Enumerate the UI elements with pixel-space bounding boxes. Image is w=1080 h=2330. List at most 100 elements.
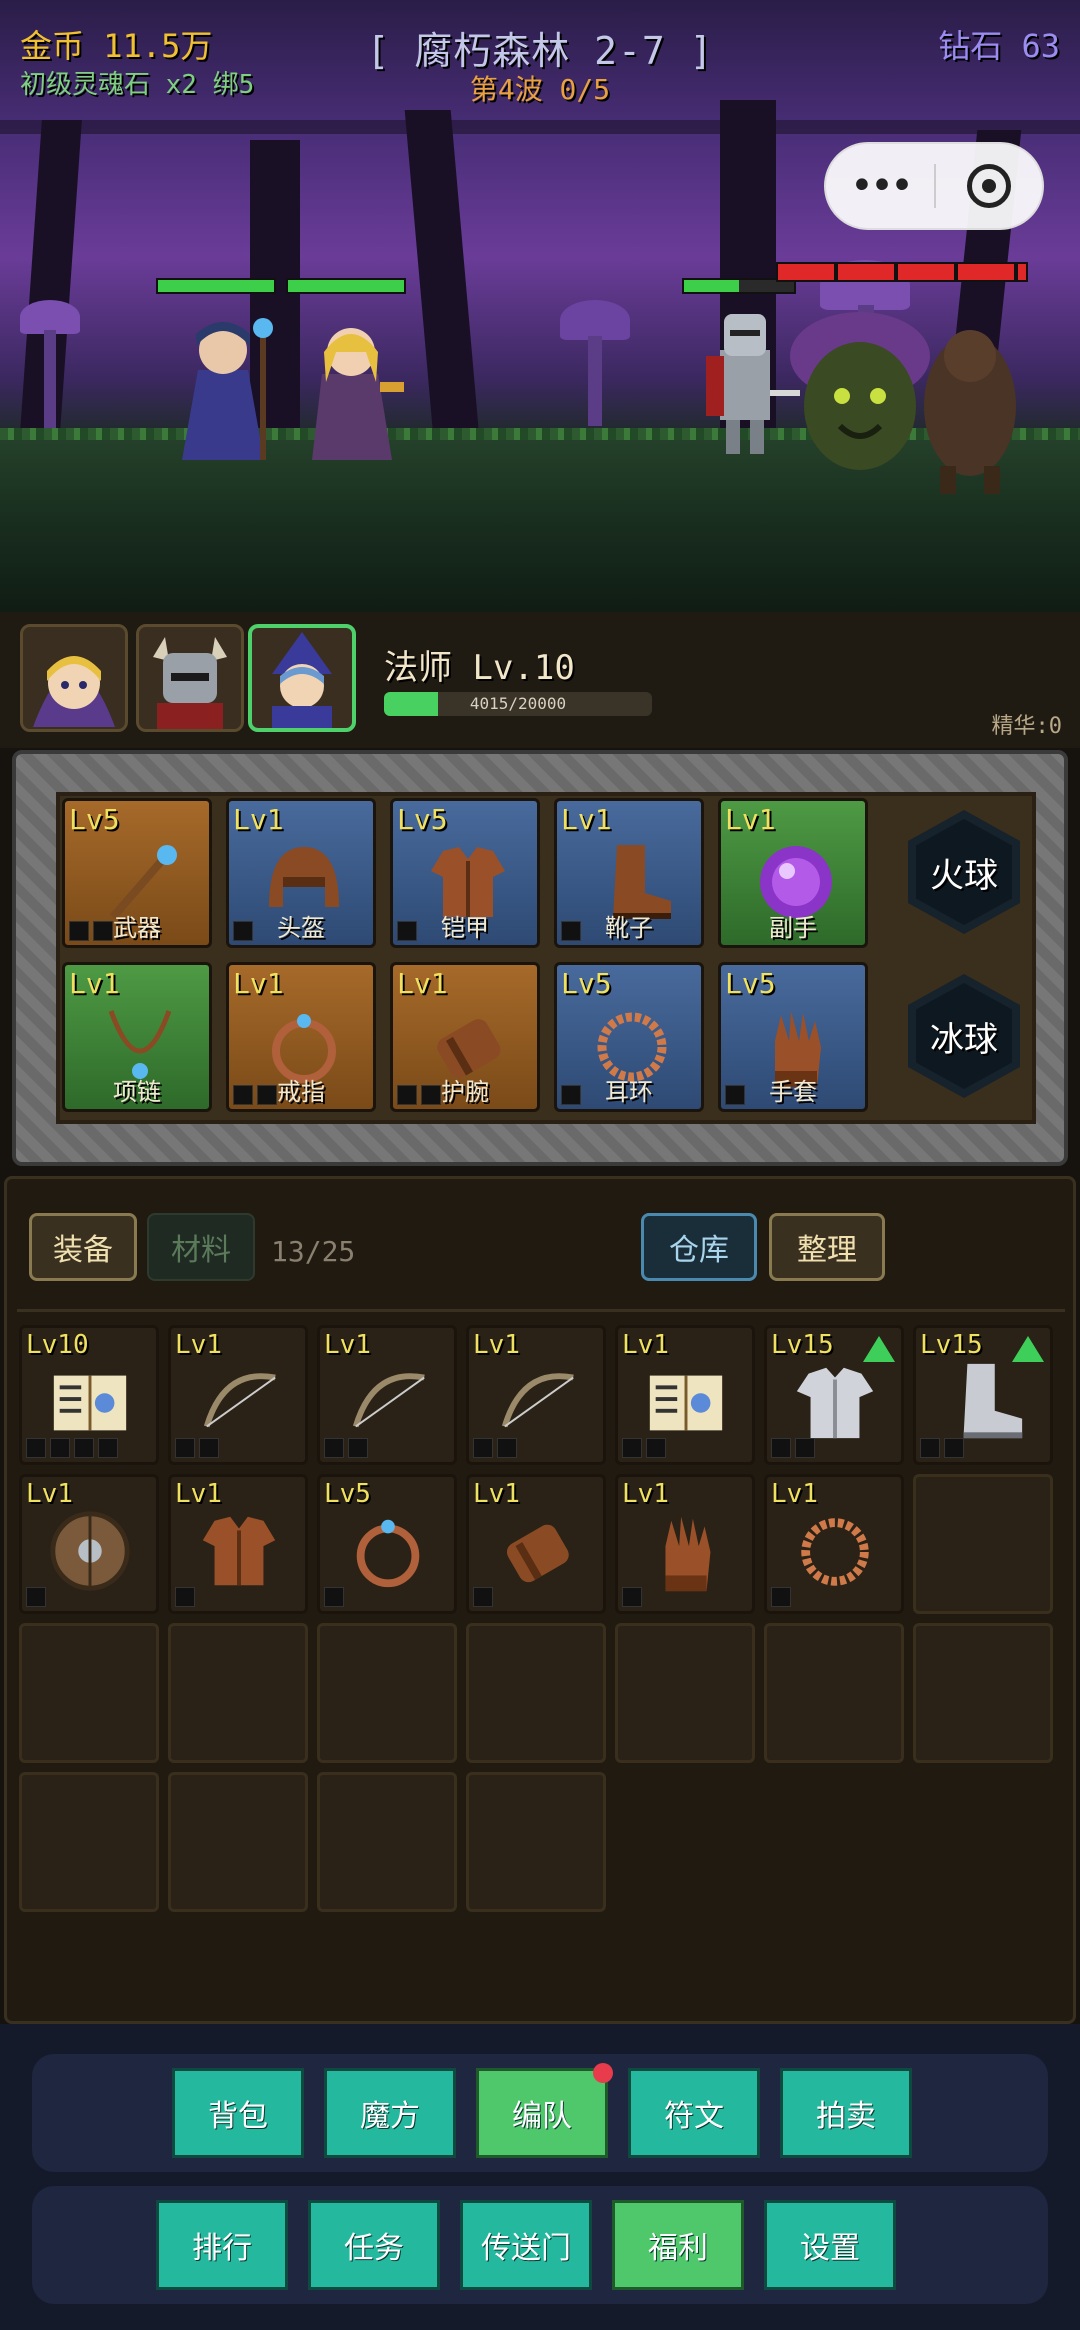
socket-pips [324, 1587, 344, 1607]
item-level: Lv1 [473, 1479, 520, 1509]
skill-slot[interactable]: 火球 [908, 810, 1020, 934]
hero-portrait-mage[interactable] [20, 624, 128, 732]
socket-pip [622, 1587, 642, 1607]
menu-button[interactable]: 拍卖 [780, 2068, 912, 2158]
target-circle-icon[interactable] [936, 164, 1042, 208]
tab-equipment[interactable]: 装备 [29, 1213, 137, 1281]
equip-slot[interactable]: Lv1 戒指 [226, 962, 376, 1112]
item-level: Lv10 [26, 1330, 89, 1360]
item-level: Lv1 [175, 1479, 222, 1509]
inventory-item[interactable]: Lv1 [615, 1325, 755, 1465]
upgrade-arrow-icon [863, 1336, 895, 1362]
menu-button[interactable]: 传送门 [460, 2200, 592, 2290]
item-level: Lv5 [397, 803, 448, 836]
menu-button[interactable]: 魔方 [324, 2068, 456, 2158]
socket-pip [646, 1438, 666, 1458]
inventory-item[interactable]: Lv5 [317, 1474, 457, 1614]
inventory-item[interactable]: Lv1 [168, 1325, 308, 1465]
item-level: Lv1 [69, 967, 120, 1000]
menu-button[interactable]: 设置 [764, 2200, 896, 2290]
inventory-capacity: 13/25 [271, 1235, 356, 1268]
hp-fill [778, 264, 1026, 280]
inventory-item[interactable]: Lv10 [19, 1325, 159, 1465]
boss-hp-bar [776, 262, 1028, 282]
empty-inventory-slot[interactable] [19, 1623, 159, 1763]
socket-pips [771, 1587, 791, 1607]
equip-slot[interactable]: Lv1 靴子 [554, 798, 704, 948]
inventory-item[interactable]: Lv1 [615, 1474, 755, 1614]
socket-pip [324, 1438, 344, 1458]
tree [404, 110, 482, 460]
menu-button-label: 背包 [208, 2099, 268, 2134]
enemy-treant-boss-sprite [790, 312, 1016, 494]
equip-slot[interactable]: Lv5 铠甲 [390, 798, 540, 948]
empty-inventory-slot[interactable] [913, 1474, 1053, 1614]
skill-hex: 火球 [916, 819, 1012, 925]
socket-pips [324, 1438, 368, 1458]
blue-wizard-portrait [272, 632, 332, 728]
empty-inventory-slot[interactable] [317, 1623, 457, 1763]
divider [17, 1309, 1065, 1312]
empty-inventory-slot[interactable] [466, 1623, 606, 1763]
item-level: Lv1 [233, 803, 284, 836]
bow-icon [203, 1373, 276, 1428]
tab-materials[interactable]: 材料 [147, 1213, 255, 1281]
menu-button[interactable]: 编队 [476, 2063, 613, 2158]
iron-boot-icon [963, 1363, 1023, 1439]
chestplate-icon [796, 1367, 874, 1439]
inventory-item[interactable]: Lv1 [466, 1325, 606, 1465]
empty-inventory-slot[interactable] [913, 1623, 1053, 1763]
inventory-item[interactable]: Lv15 [764, 1325, 904, 1465]
menu-button[interactable]: 排行 [156, 2200, 288, 2290]
socket-pip [74, 1438, 94, 1458]
inventory-item[interactable]: Lv1 [19, 1474, 159, 1614]
socket-pip [324, 1587, 344, 1607]
socket-pip [98, 1438, 118, 1458]
empty-inventory-slot[interactable] [168, 1623, 308, 1763]
empty-inventory-slot[interactable] [317, 1772, 457, 1912]
hero-portrait-wizard[interactable] [248, 624, 356, 732]
equip-slot[interactable]: Lv1 头盔 [226, 798, 376, 948]
sort-button[interactable]: 整理 [769, 1213, 885, 1281]
item-level: Lv1 [26, 1479, 73, 1509]
menu-button[interactable]: 符文 [628, 2068, 760, 2158]
skill-slot[interactable]: 冰球 [908, 974, 1020, 1098]
item-level: Lv1 [473, 1330, 520, 1360]
glove-icon [665, 1516, 711, 1592]
slot-name: 副手 [769, 914, 817, 942]
menu-button[interactable]: 福利 [612, 2200, 744, 2290]
inventory-item[interactable]: Lv1 [317, 1325, 457, 1465]
empty-inventory-slot[interactable] [615, 1623, 755, 1763]
empty-inventory-slot[interactable] [19, 1772, 159, 1912]
slot-name: 护腕 [441, 1078, 489, 1106]
socket-pips [771, 1438, 815, 1458]
slot-name: 戒指 [277, 1078, 325, 1106]
bracer-icon [506, 1524, 569, 1583]
equip-slot[interactable]: Lv1 副手 [718, 798, 868, 948]
socket-pip [622, 1438, 642, 1458]
empty-inventory-slot[interactable] [466, 1772, 606, 1912]
equip-slot[interactable]: Lv5 耳环 [554, 962, 704, 1112]
socket-pips [473, 1438, 517, 1458]
inventory-item[interactable]: Lv1 [168, 1474, 308, 1614]
equip-slot[interactable]: Lv1 护腕 [390, 962, 540, 1112]
inventory-item[interactable]: Lv15 [913, 1325, 1053, 1465]
equip-slot[interactable]: Lv5 武器 [62, 798, 212, 948]
inventory-item[interactable]: Lv1 [466, 1474, 606, 1614]
menu-button[interactable]: 任务 [308, 2200, 440, 2290]
socket-pip [473, 1587, 493, 1607]
hero-bar: 法师 Lv.10 4015/20000 精华:0 [0, 612, 1080, 748]
empty-inventory-slot[interactable] [168, 1772, 308, 1912]
equip-slot[interactable]: Lv1 项链 [62, 962, 212, 1112]
more-dots-icon[interactable]: ••• [826, 166, 934, 206]
inventory-item[interactable]: Lv1 [764, 1474, 904, 1614]
menu-button[interactable]: 背包 [172, 2068, 304, 2158]
empty-inventory-slot[interactable] [764, 1623, 904, 1763]
battle-scene: 金币 11.5万 初级灵魂石 x2 绑5 [ 腐朽森林 2-7 ] 第4波 0/… [0, 0, 1080, 612]
mini-program-capsule: ••• [824, 142, 1044, 230]
equip-slot[interactable]: Lv5 手套 [718, 962, 868, 1112]
hero-portrait-knight[interactable] [136, 624, 244, 732]
socket-pip [473, 1438, 493, 1458]
branches [0, 120, 1080, 134]
warehouse-button[interactable]: 仓库 [641, 1213, 757, 1281]
